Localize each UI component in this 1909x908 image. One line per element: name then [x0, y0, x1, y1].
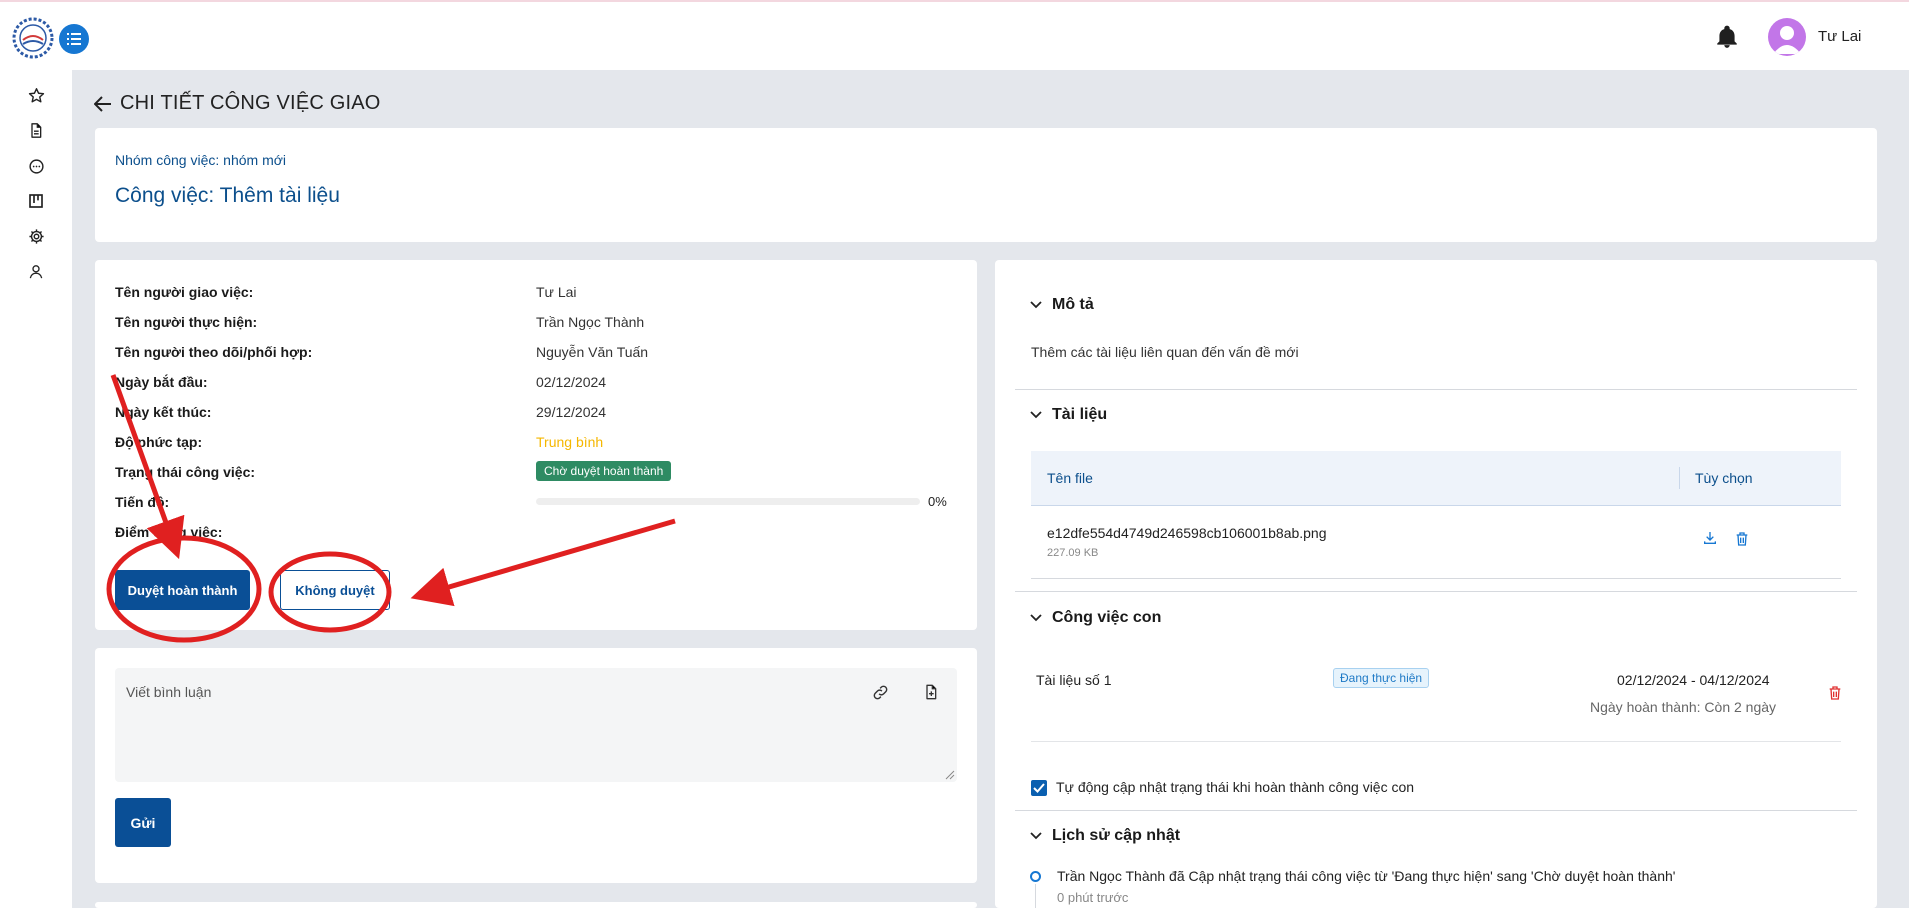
menu-icon [67, 33, 81, 45]
status-badge: Chờ duyệt hoàn thành [536, 461, 672, 481]
star-icon[interactable] [25, 84, 47, 106]
attach-file-icon[interactable] [923, 683, 939, 701]
start-date-label: Ngày bắt đầu: [115, 374, 208, 390]
chevron-down-icon [1030, 832, 1042, 840]
documents-section-header[interactable]: Tài liệu [1030, 406, 1107, 424]
description-section-header[interactable]: Mô tả [1030, 296, 1094, 314]
column-separator [1679, 467, 1680, 489]
reject-button[interactable]: Không duyệt [280, 570, 390, 610]
logo[interactable] [9, 16, 57, 60]
link-icon[interactable] [872, 684, 889, 701]
column-file-name: Tên file [1047, 470, 1093, 486]
progress-label: Tiến độ: [115, 494, 170, 510]
timeline-line [1035, 884, 1036, 908]
next-card [95, 902, 977, 908]
settings-gear-icon[interactable] [25, 225, 47, 247]
divider [1031, 741, 1841, 742]
chevron-down-icon [1030, 301, 1042, 309]
complexity-value: Trung bình [536, 434, 604, 450]
history-entry-text: Trần Ngọc Thành đã Cập nhật trạng thái c… [1057, 868, 1676, 884]
task-group-label: Nhóm công việc: nhóm mới [115, 152, 287, 168]
documents-heading: Tài liệu [1052, 406, 1108, 423]
page-header: CHI TIẾT CÔNG VIỆC GIAO [94, 92, 381, 115]
bell-icon[interactable] [1714, 24, 1740, 50]
end-date-label: Ngày kết thúc: [115, 404, 212, 420]
start-date-value: 02/12/2024 [536, 374, 607, 390]
status-label: Trạng thái công việc: [115, 464, 256, 480]
history-entry-time: 0 phút trước [1057, 890, 1129, 905]
board-icon[interactable] [25, 190, 47, 212]
checkmark-icon [1033, 783, 1045, 793]
progress-percent: 0% [928, 494, 947, 509]
avatar[interactable] [1768, 18, 1806, 56]
file-name[interactable]: e12dfe554d4749d246598cb106001b8ab.png [1047, 525, 1327, 541]
auto-update-label[interactable]: Tự động cập nhật trạng thái khi hoàn thà… [1056, 779, 1414, 795]
complexity-label: Độ phức tạp: [115, 434, 203, 450]
description-text: Thêm các tài liệu liên quan đến vấn đề m… [1031, 344, 1299, 360]
chevron-down-icon [1030, 614, 1042, 622]
history-heading: Lịch sử cập nhật [1052, 827, 1181, 844]
assigner-value: Tư Lai [536, 284, 577, 300]
history-section-header[interactable]: Lịch sử cập nhật [1030, 827, 1180, 845]
username[interactable]: Tư Lai [1818, 28, 1861, 45]
file-table-header: Tên file Tùy chọn [1031, 451, 1841, 506]
subtask-delete-icon[interactable] [1827, 685, 1843, 701]
sidebar [0, 70, 72, 908]
comment-placeholder: Viết bình luận [126, 684, 212, 700]
follower-label: Tên người theo dõi/phối hợp: [115, 344, 313, 360]
send-comment-button[interactable]: Gửi [115, 798, 171, 847]
subtask-completion: Ngày hoàn thành: Còn 2 ngày [1590, 699, 1777, 715]
executor-label: Tên người thực hiện: [115, 314, 258, 330]
delete-icon[interactable] [1734, 531, 1750, 547]
approve-button[interactable]: Duyệt hoàn thành [115, 570, 250, 610]
follower-value: Nguyễn Văn Tuấn [536, 344, 649, 360]
download-icon[interactable] [1702, 530, 1718, 546]
menu-toggle-button[interactable] [59, 24, 89, 54]
subtask-status-badge: Đang thực hiện [1333, 668, 1430, 688]
back-arrow-icon[interactable] [94, 95, 112, 112]
divider [1015, 810, 1857, 811]
assigner-label: Tên người giao việc: [115, 284, 254, 300]
divider [1015, 591, 1857, 592]
user-icon[interactable] [25, 260, 47, 282]
column-options: Tùy chọn [1695, 470, 1753, 486]
comment-input[interactable]: Viết bình luận [115, 668, 957, 782]
chat-icon[interactable] [25, 155, 47, 177]
progress-bar [536, 498, 920, 505]
file-row: e12dfe554d4749d246598cb106001b8ab.png 22… [1031, 506, 1841, 579]
chevron-down-icon [1030, 411, 1042, 419]
resize-handle-icon[interactable] [945, 770, 955, 780]
file-table: Tên file Tùy chọn e12dfe554d4749d246598c… [1031, 451, 1841, 579]
page-title: CHI TIẾT CÔNG VIỆC GIAO [120, 92, 381, 114]
top-bar: Tư Lai [0, 0, 1909, 70]
subtasks-heading: Công việc con [1052, 609, 1162, 626]
subtask-name[interactable]: Tài liệu số 1 [1036, 672, 1111, 688]
auto-update-checkbox[interactable] [1031, 780, 1047, 796]
end-date-value: 29/12/2024 [536, 404, 607, 420]
file-size: 227.09 KB [1047, 547, 1099, 559]
divider [1015, 389, 1857, 390]
description-heading: Mô tả [1052, 296, 1094, 313]
task-title: Công việc: Thêm tài liệu [115, 184, 340, 207]
executor-value: Trần Ngọc Thành [536, 314, 645, 330]
task-header-card [95, 128, 1877, 242]
score-label: Điểm công việc: [115, 524, 223, 540]
subtasks-section-header[interactable]: Công việc con [1030, 609, 1161, 627]
timeline-dot [1030, 871, 1041, 882]
subtask-dates: 02/12/2024 - 04/12/2024 [1617, 672, 1770, 688]
document-icon[interactable] [25, 119, 47, 141]
